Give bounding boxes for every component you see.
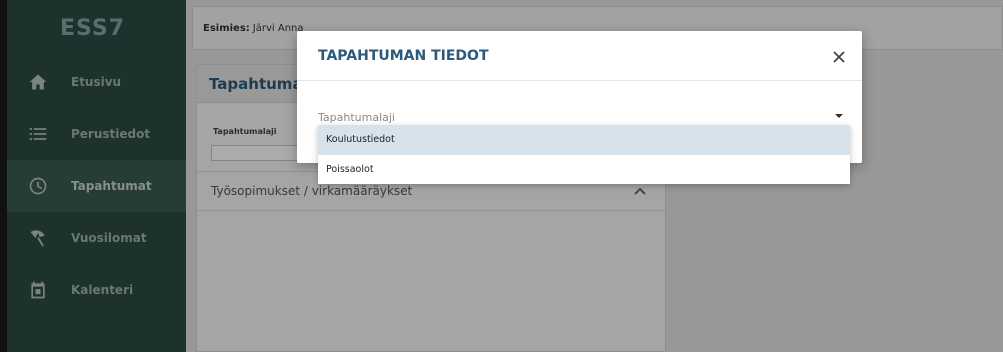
caret-down-icon bbox=[835, 114, 843, 118]
event-type-dropdown: Koulutustiedot Poissaolot bbox=[318, 125, 850, 184]
close-icon[interactable] bbox=[832, 50, 846, 64]
option-poissaolot[interactable]: Poissaolot bbox=[318, 155, 850, 185]
select-label: Tapahtumalaji bbox=[318, 111, 395, 124]
option-koulutustiedot[interactable]: Koulutustiedot bbox=[318, 125, 850, 155]
modal-title: TAPAHTUMAN TIEDOT bbox=[297, 31, 862, 81]
